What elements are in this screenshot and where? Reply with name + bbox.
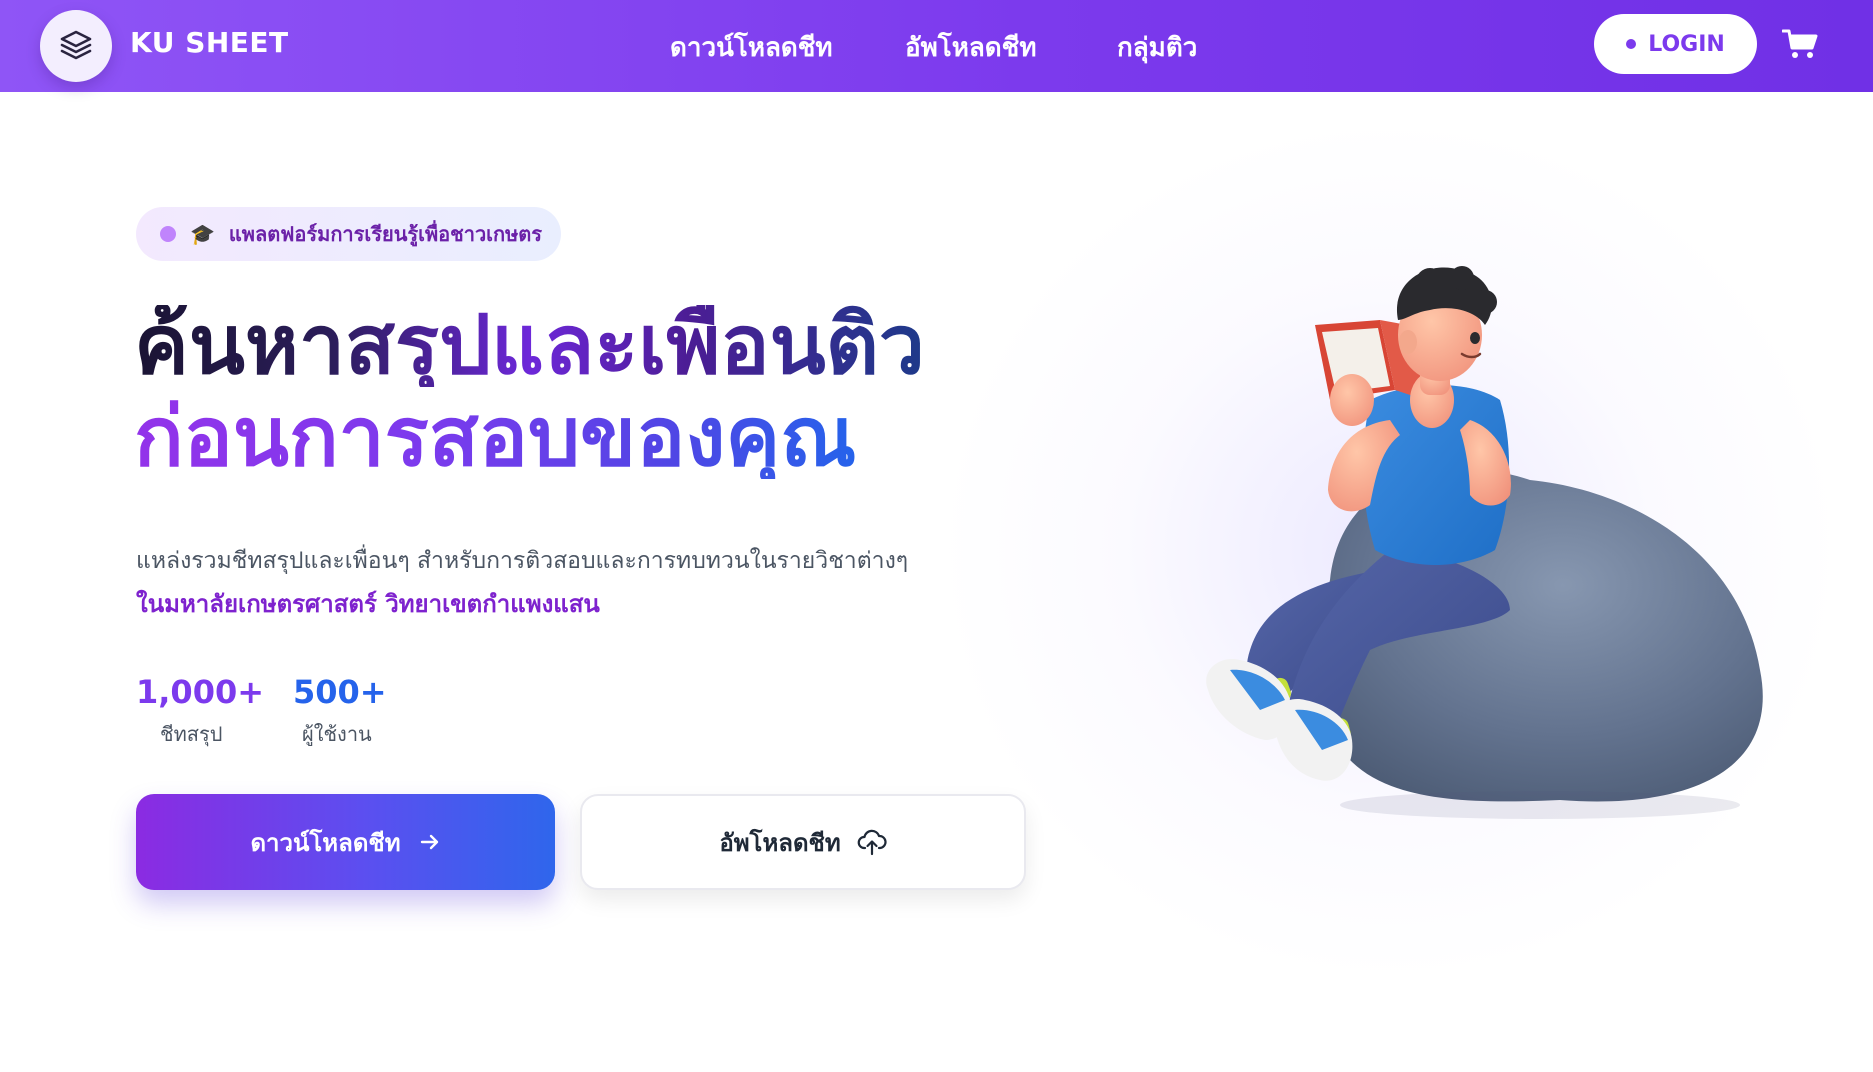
nav-upload-sheet[interactable]: อัพโหลดชีท <box>905 27 1036 68</box>
stat-sheets-label: ชีทสรุป <box>160 722 223 746</box>
layers-stack-icon <box>60 30 92 60</box>
graduation-cap-icon: 🎓 <box>190 222 215 246</box>
hero-headline-line1: ค้นหาสรุปและเพื่อนติว <box>134 298 925 393</box>
hero-headline-line2: ก่อนการสอบของคุณ <box>134 390 857 485</box>
nav-download-sheet[interactable]: ดาวน์โหลดชีท <box>670 27 833 68</box>
download-sheet-button-label: ดาวน์โหลดชีท <box>250 828 401 857</box>
stat-sheets-value: 1,000+ <box>136 673 265 711</box>
platform-badge: 🎓 แพลตฟอร์มการเรียนรู้เพื่อชาวเกษตร <box>136 207 561 261</box>
hero-description-highlight: ในมหาลัยเกษตรศาสตร์ วิทยาเขตกำแพงแสน <box>136 590 600 618</box>
stat-users-label: ผู้ใช้งาน <box>302 722 372 746</box>
hero-description: แหล่งรวมชีทสรุปและเพื่อนๆ สำหรับการติวสอ… <box>136 548 909 574</box>
badge-dot <box>160 226 176 242</box>
top-navbar: KU SHEET ดาวน์โหลดชีท อัพโหลดชีท กลุ่มติ… <box>0 0 1873 92</box>
stat-users-value: 500+ <box>293 673 387 711</box>
shopping-cart-icon[interactable] <box>1782 28 1818 60</box>
download-sheet-button[interactable]: ดาวน์โหลดชีท <box>136 794 555 890</box>
arrow-right-icon <box>420 834 438 850</box>
login-button[interactable]: LOGIN <box>1594 14 1757 74</box>
nav-study-group[interactable]: กลุ่มติว <box>1117 27 1197 68</box>
cloud-upload-icon <box>857 829 887 856</box>
logo-button[interactable] <box>40 10 112 82</box>
upload-sheet-button[interactable]: อัพโหลดชีท <box>580 794 1026 890</box>
brand-name[interactable]: KU SHEET <box>130 26 289 59</box>
student-reading-on-beanbag-illustration <box>1206 266 1763 819</box>
login-dot <box>1626 39 1637 49</box>
badge-text: แพลตฟอร์มการเรียนรู้เพื่อชาวเกษตร <box>228 222 543 246</box>
upload-sheet-button-label: อัพโหลดชีท <box>719 828 841 857</box>
login-label: LOGIN <box>1648 31 1725 57</box>
